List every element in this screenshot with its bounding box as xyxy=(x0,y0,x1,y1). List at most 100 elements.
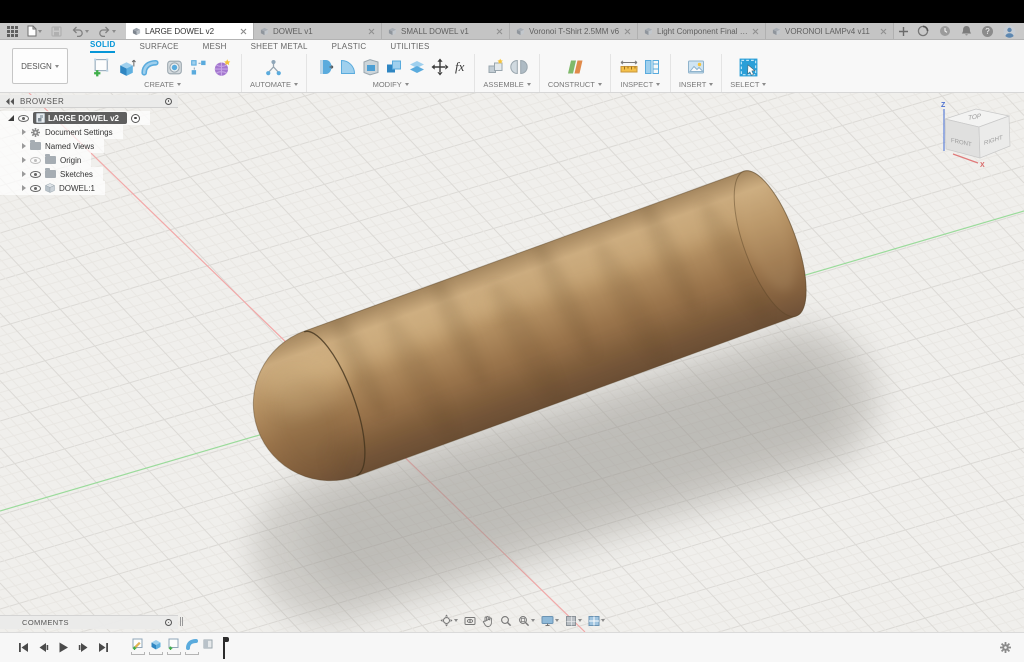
revolve-icon[interactable] xyxy=(164,57,185,78)
select-icon[interactable] xyxy=(738,57,759,78)
shell-icon[interactable] xyxy=(361,57,381,77)
browser-header[interactable]: BROWSER xyxy=(0,95,178,108)
zoom-icon[interactable] xyxy=(500,615,512,627)
new-tab-button[interactable] xyxy=(894,23,912,39)
workspace-selector[interactable]: DESIGN xyxy=(12,48,68,84)
ribbon-tab-plastic[interactable]: PLASTIC xyxy=(332,42,367,53)
expand-arrow-icon[interactable] xyxy=(22,143,26,149)
press-pull-icon[interactable] xyxy=(315,57,335,77)
pattern-icon[interactable] xyxy=(188,57,209,78)
tab-dowel-v1[interactable]: DOWEL v1 xyxy=(254,23,382,39)
grid-display-icon[interactable] xyxy=(565,615,582,627)
visibility-eye-icon[interactable] xyxy=(18,114,29,122)
user-avatar[interactable] xyxy=(1003,25,1016,38)
extrude-icon[interactable] xyxy=(116,57,137,78)
pan-hand-icon[interactable] xyxy=(482,615,494,627)
timeline-form-icon[interactable] xyxy=(203,637,214,651)
ribbon-tab-solid[interactable]: SOLID xyxy=(90,40,116,53)
expand-arrow-icon[interactable] xyxy=(22,129,26,135)
play-icon[interactable] xyxy=(58,642,69,653)
tab-voronoi-tshirt[interactable]: Voronoi T-Shirt 2.5MM v6 xyxy=(510,23,638,39)
insert-image-icon[interactable] xyxy=(686,57,706,77)
move-icon[interactable] xyxy=(430,57,450,77)
job-status-icon[interactable] xyxy=(917,25,929,37)
root-selected-badge[interactable]: LARGE DOWEL v2 xyxy=(33,112,127,124)
ribbon-tab-surface[interactable]: SURFACE xyxy=(139,42,178,53)
recent-clock-icon[interactable] xyxy=(939,25,951,37)
step-back-icon[interactable] xyxy=(38,642,49,653)
browser-root-row[interactable]: LARGE DOWEL v2 xyxy=(0,111,150,125)
automate-icon[interactable] xyxy=(263,57,284,78)
close-icon[interactable] xyxy=(880,28,887,35)
display-settings-icon[interactable] xyxy=(541,615,559,627)
close-icon[interactable] xyxy=(240,28,247,35)
close-icon[interactable] xyxy=(496,28,503,35)
group-label-construct[interactable]: CONSTRUCT xyxy=(548,79,602,92)
browser-row-origin[interactable]: Origin xyxy=(0,153,92,167)
timeline-sketch1-icon[interactable] xyxy=(131,637,145,651)
redo-icon[interactable] xyxy=(98,26,116,37)
combine-icon[interactable] xyxy=(384,57,404,77)
panel-grip-icon[interactable] xyxy=(165,97,172,105)
app-grid-menu-icon[interactable] xyxy=(7,25,18,37)
split-body-icon[interactable] xyxy=(407,57,427,77)
settings-gear-icon[interactable] xyxy=(999,641,1012,654)
viewports-icon[interactable] xyxy=(588,615,605,627)
close-icon[interactable] xyxy=(752,28,759,35)
group-label-assemble[interactable]: ASSEMBLE xyxy=(483,79,531,92)
create-form-icon[interactable] xyxy=(212,57,233,78)
close-icon[interactable] xyxy=(368,28,375,35)
tab-light-component[interactable]: Light Component Final v12 xyxy=(638,23,766,39)
tab-small-dowel-v1[interactable]: SMALL DOWEL v1 xyxy=(382,23,510,39)
joint-icon[interactable] xyxy=(509,57,529,77)
browser-row-dowel-body[interactable]: DOWEL:1 xyxy=(0,181,106,195)
step-forward-icon[interactable] xyxy=(78,642,89,653)
viewport-3d[interactable]: BROWSER LARGE DOWEL v2 Document Settings… xyxy=(0,93,1024,632)
look-at-icon[interactable] xyxy=(464,615,476,627)
sweep-icon[interactable] xyxy=(140,57,161,78)
orbit-icon[interactable] xyxy=(440,614,458,627)
timeline-position-marker[interactable] xyxy=(220,636,229,659)
change-parameters-icon[interactable]: fx xyxy=(453,59,466,75)
create-sketch-icon[interactable] xyxy=(92,57,113,78)
panel-grip-icon[interactable] xyxy=(165,619,172,626)
group-label-select[interactable]: SELECT xyxy=(730,79,767,92)
timeline-sketch2-icon[interactable] xyxy=(167,637,181,651)
notifications-bell-icon[interactable] xyxy=(961,25,972,37)
visibility-eye-icon[interactable] xyxy=(30,156,41,164)
tab-voronoi-lamp[interactable]: VORONOI LAMPv4 v11 xyxy=(766,23,894,39)
expand-arrow-icon[interactable] xyxy=(8,115,14,121)
ribbon-tab-sheet-metal[interactable]: SHEET METAL xyxy=(251,42,308,53)
go-to-end-icon[interactable] xyxy=(98,642,109,653)
expand-arrow-icon[interactable] xyxy=(22,185,26,191)
group-label-automate[interactable]: AUTOMATE xyxy=(250,79,298,92)
ribbon-tab-mesh[interactable]: MESH xyxy=(203,42,227,53)
section-analysis-icon[interactable] xyxy=(642,57,662,77)
group-label-insert[interactable]: INSERT xyxy=(679,79,714,92)
fillet-icon[interactable] xyxy=(338,57,358,77)
group-label-modify[interactable]: MODIFY xyxy=(373,79,409,92)
help-icon[interactable]: ? xyxy=(982,25,993,37)
visibility-eye-icon[interactable] xyxy=(30,170,41,178)
ribbon-tab-utilities[interactable]: UTILITIES xyxy=(390,42,429,53)
group-label-inspect[interactable]: INSPECT xyxy=(621,79,661,92)
group-label-create[interactable]: CREATE xyxy=(144,79,181,92)
new-component-icon[interactable] xyxy=(486,57,506,77)
go-to-start-icon[interactable] xyxy=(18,642,29,653)
browser-row-sketches[interactable]: Sketches xyxy=(0,167,103,181)
collapse-panel-icon[interactable] xyxy=(6,97,14,105)
measure-icon[interactable] xyxy=(619,57,639,77)
browser-row-document-settings[interactable]: Document Settings xyxy=(0,125,123,139)
view-cube[interactable]: Z TOP FRONT RIGHT X xyxy=(920,97,1020,181)
zoom-window-icon[interactable] xyxy=(518,615,535,627)
visibility-eye-icon[interactable] xyxy=(30,184,41,192)
close-icon[interactable] xyxy=(624,28,631,35)
tab-large-dowel-v2[interactable]: LARGE DOWEL v2 xyxy=(126,23,254,39)
timeline-sweep-icon[interactable] xyxy=(185,637,199,651)
comments-bar[interactable]: COMMENTS xyxy=(0,615,178,629)
comments-expand-handle[interactable] xyxy=(180,617,183,626)
expand-arrow-icon[interactable] xyxy=(22,171,26,177)
active-component-radio[interactable] xyxy=(130,113,140,123)
browser-row-named-views[interactable]: Named Views xyxy=(0,139,105,153)
expand-arrow-icon[interactable] xyxy=(22,157,26,163)
